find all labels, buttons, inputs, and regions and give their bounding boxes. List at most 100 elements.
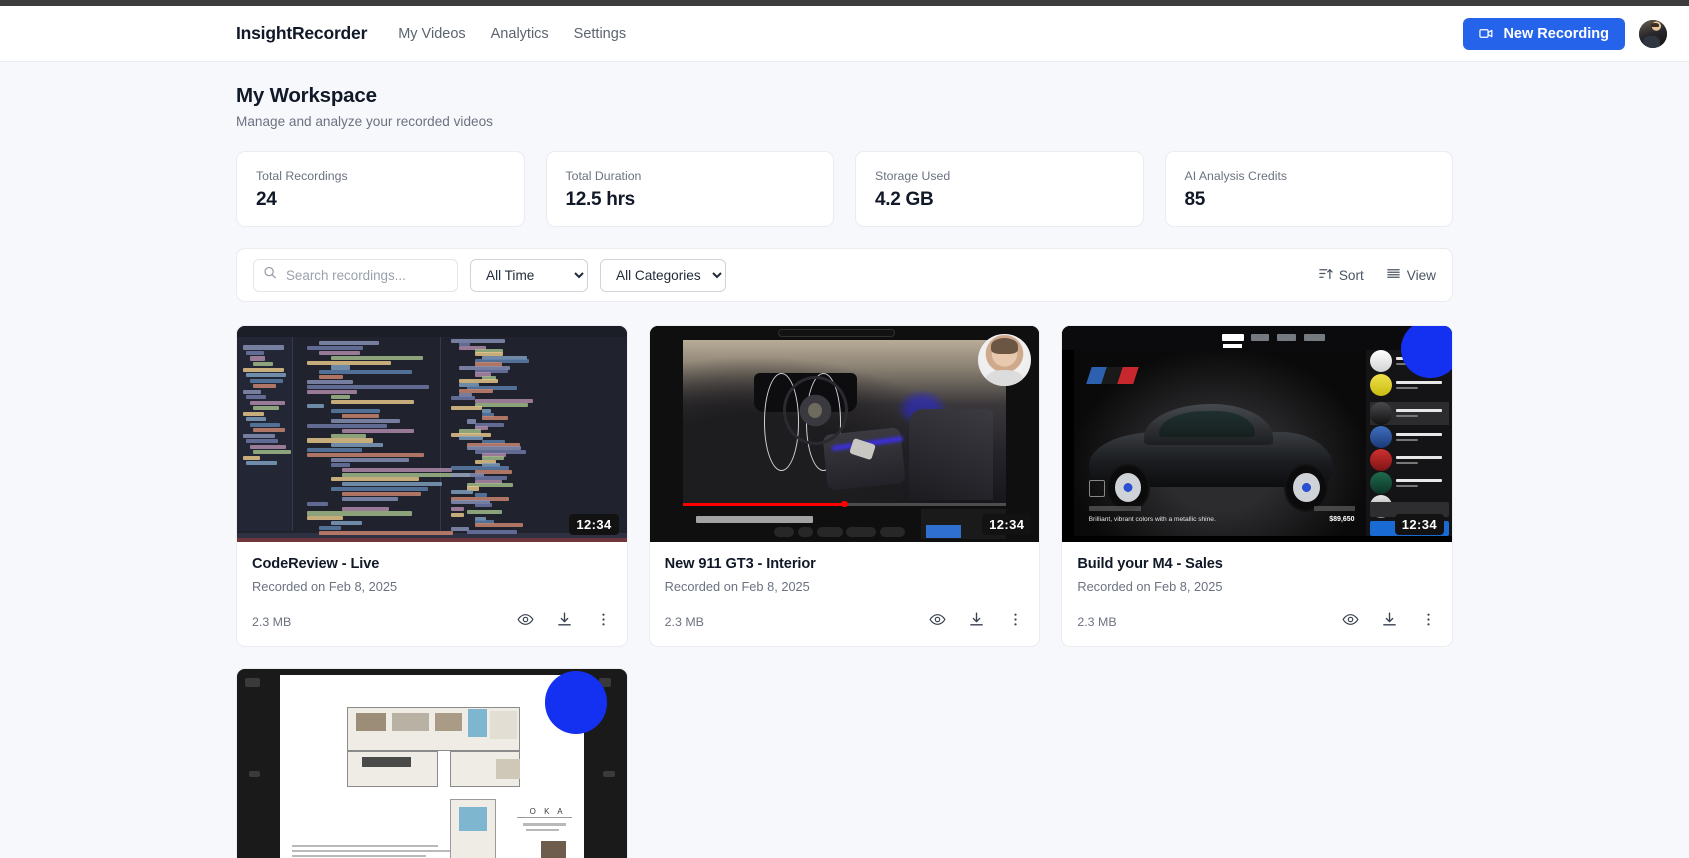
video-card[interactable]: Brilliant, vibrant colors with a metalli… bbox=[1061, 325, 1453, 647]
bedroom-furniture bbox=[356, 713, 386, 731]
user-avatar[interactable] bbox=[1639, 20, 1667, 48]
header-actions: New Recording bbox=[1463, 18, 1667, 50]
action-chip bbox=[798, 527, 814, 537]
video-date: Recorded on Feb 8, 2025 bbox=[665, 579, 1025, 594]
youtube-sidebar-thumb bbox=[926, 525, 961, 538]
view-button[interactable]: View bbox=[1386, 266, 1436, 284]
video-card[interactable]: 12:34 CodeReview - Live Recorded on Feb … bbox=[236, 325, 628, 647]
page-subtitle: Manage and analyze your recorded videos bbox=[236, 114, 1453, 129]
more-options-icon[interactable] bbox=[1007, 611, 1024, 633]
stats-row: Total Recordings 24 Total Duration 12.5 … bbox=[236, 151, 1453, 227]
front-wheel bbox=[1106, 464, 1150, 512]
video-camera-icon bbox=[1479, 26, 1494, 41]
app-brand[interactable]: InsightRecorder bbox=[236, 23, 367, 44]
passenger-seat bbox=[909, 409, 993, 500]
ide-screenshot bbox=[237, 326, 627, 542]
expand-icon bbox=[1089, 480, 1105, 497]
color-swatch[interactable] bbox=[1370, 402, 1392, 424]
more-options-icon[interactable] bbox=[1420, 611, 1437, 633]
video-date: Recorded on Feb 8, 2025 bbox=[1077, 579, 1437, 594]
dining-table bbox=[490, 711, 517, 739]
nav-item-analytics[interactable]: Analytics bbox=[491, 26, 549, 42]
pdf-page: O K A bbox=[280, 675, 584, 858]
sort-button[interactable]: Sort bbox=[1318, 266, 1364, 284]
video-progress-bar[interactable] bbox=[683, 503, 1006, 506]
action-chip bbox=[880, 527, 905, 537]
avatar-body bbox=[1643, 36, 1659, 47]
ide-terminal-strip bbox=[237, 538, 627, 542]
stat-label: AI Analysis Credits bbox=[1185, 169, 1434, 183]
download-icon[interactable] bbox=[968, 611, 985, 633]
video-thumbnail[interactable]: O K A bbox=[237, 669, 627, 858]
car-stage: Brilliant, vibrant colors with a metalli… bbox=[1074, 350, 1366, 536]
video-card[interactable]: O K A bbox=[236, 668, 628, 858]
new-recording-button[interactable]: New Recording bbox=[1463, 18, 1625, 50]
webcam-overlay-bubble bbox=[545, 671, 607, 733]
video-thumbnail[interactable]: Brilliant, vibrant colors with a metalli… bbox=[1062, 326, 1452, 542]
bmw-price: $89,650 bbox=[1329, 516, 1354, 523]
tab-interior bbox=[1251, 334, 1269, 342]
stat-value: 85 bbox=[1185, 189, 1434, 211]
duration-badge: 12:34 bbox=[569, 514, 618, 535]
thumbnail-art-pdf-floorplan: O K A bbox=[237, 669, 627, 858]
youtube-player bbox=[683, 340, 1006, 503]
caption-eyebrow bbox=[1089, 506, 1142, 510]
color-swatch[interactable] bbox=[1370, 350, 1392, 372]
next-page-arrow bbox=[603, 771, 615, 777]
more-options-icon[interactable] bbox=[595, 611, 612, 633]
stat-value: 24 bbox=[256, 189, 505, 211]
swatch-label bbox=[1396, 456, 1449, 464]
price-eyebrow bbox=[1314, 506, 1355, 510]
filters-toolbar: All Time All Categories Sort Vi bbox=[236, 248, 1453, 302]
color-swatch[interactable] bbox=[1370, 472, 1392, 494]
pool-area bbox=[468, 709, 486, 737]
video-card-body: New 911 GT3 - Interior Recorded on Feb 8… bbox=[650, 542, 1040, 646]
video-thumbnail[interactable]: 12:34 bbox=[650, 326, 1040, 542]
video-title[interactable]: New 911 GT3 - Interior bbox=[665, 556, 1025, 572]
color-swatch[interactable] bbox=[1370, 426, 1392, 448]
building-render bbox=[541, 841, 565, 858]
video-thumbnail[interactable]: 12:34 bbox=[237, 326, 627, 542]
eye-icon[interactable] bbox=[929, 611, 946, 633]
living-furniture bbox=[392, 713, 428, 731]
thumbnail-art-bmw: Brilliant, vibrant colors with a metalli… bbox=[1062, 326, 1452, 542]
ide-divider bbox=[440, 337, 441, 532]
bmw-configurator-screenshot: Brilliant, vibrant colors with a metalli… bbox=[1062, 326, 1452, 542]
video-size: 2.3 MB bbox=[252, 615, 291, 629]
legal-text bbox=[292, 850, 450, 852]
download-icon[interactable] bbox=[556, 611, 573, 633]
stat-card-total-recordings: Total Recordings 24 bbox=[236, 151, 525, 227]
legal-text bbox=[292, 855, 426, 857]
swatch-row bbox=[1370, 425, 1449, 448]
nav-item-my-videos[interactable]: My Videos bbox=[398, 26, 465, 42]
thumbnail-art-code-editor bbox=[237, 326, 627, 542]
color-swatch[interactable] bbox=[1370, 374, 1392, 396]
bmw-caption: Brilliant, vibrant colors with a metalli… bbox=[1089, 516, 1216, 523]
swatch-row bbox=[1370, 472, 1449, 495]
toolbar-right-actions: Sort View bbox=[1318, 266, 1436, 284]
tab-underline bbox=[1223, 344, 1242, 347]
list-view-icon bbox=[1386, 266, 1401, 284]
color-swatch[interactable] bbox=[1370, 449, 1392, 471]
search-input[interactable] bbox=[253, 259, 458, 292]
category-filter-select[interactable]: All Categories bbox=[600, 259, 726, 292]
stat-value: 12.5 hrs bbox=[566, 189, 815, 211]
video-card-body: Build your M4 - Sales Recorded on Feb 8,… bbox=[1062, 542, 1452, 646]
time-filter-select[interactable]: All Time bbox=[470, 259, 588, 292]
page-content: My Workspace Manage and analyze your rec… bbox=[0, 84, 1689, 858]
view-label: View bbox=[1407, 268, 1436, 283]
action-chip bbox=[774, 527, 793, 537]
video-date: Recorded on Feb 8, 2025 bbox=[252, 579, 612, 594]
video-card[interactable]: 12:34 New 911 GT3 - Interior Recorded on… bbox=[649, 325, 1041, 647]
download-icon[interactable] bbox=[1381, 611, 1398, 633]
video-title[interactable]: Build your M4 - Sales bbox=[1077, 556, 1437, 572]
swatch-label bbox=[1396, 433, 1449, 441]
video-title[interactable]: CodeReview - Live bbox=[252, 556, 612, 572]
eye-icon[interactable] bbox=[1342, 611, 1359, 633]
page-title: My Workspace bbox=[236, 84, 1453, 108]
tab-exterior bbox=[1222, 334, 1243, 342]
eye-icon[interactable] bbox=[517, 611, 534, 633]
bedroom-furniture bbox=[435, 713, 462, 731]
stat-label: Total Recordings bbox=[256, 169, 505, 183]
nav-item-settings[interactable]: Settings bbox=[574, 26, 626, 42]
